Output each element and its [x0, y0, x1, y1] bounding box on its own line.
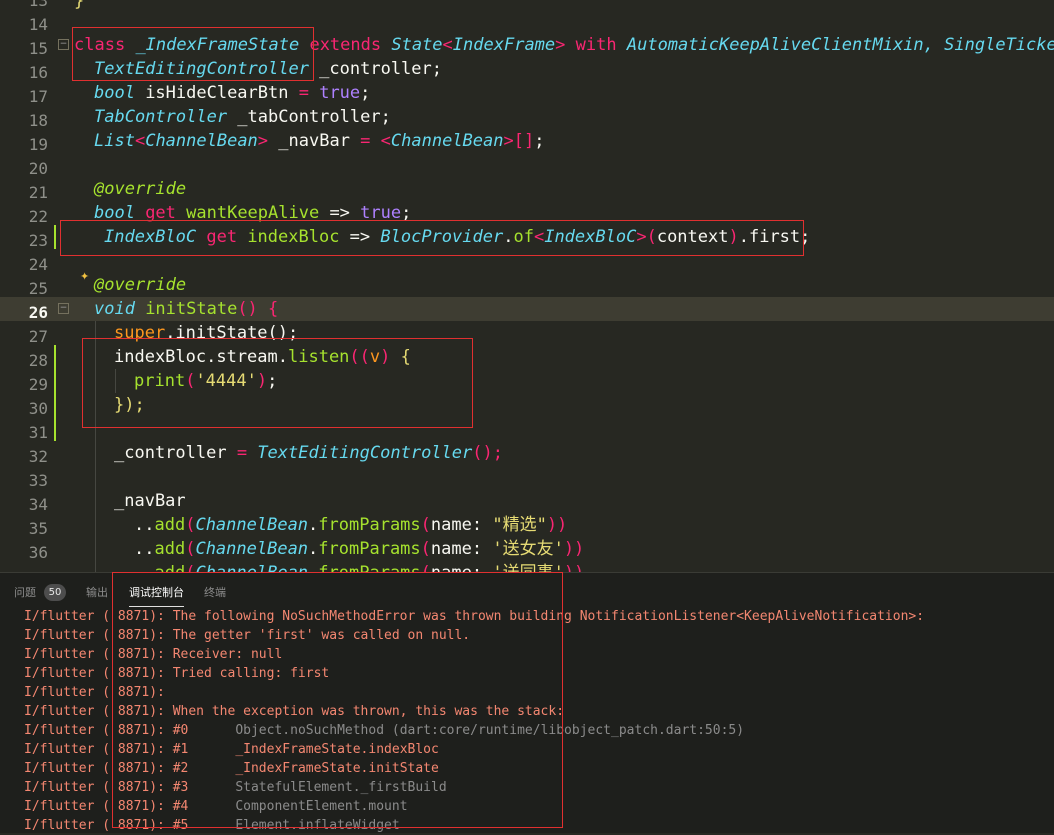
- code-line-28: indexBloc.stream.listen((v) {: [114, 347, 411, 367]
- console-log-prefix: I/flutter ( 8871): #0: [24, 723, 236, 738]
- line-number: 32: [28, 447, 48, 466]
- code-editor[interactable]: 13 14 15 16 17 18 19 20 21 22 23 24 25 26 27 28 29 30 31 32…: [0, 0, 1054, 572]
- line-number: 21: [28, 183, 48, 202]
- line-number: 29: [28, 375, 48, 394]
- console-log-prefix: I/flutter ( 8871): Receiver: null: [24, 647, 283, 662]
- fold-toggle-icon[interactable]: −: [58, 303, 69, 314]
- line-number: 17: [28, 87, 48, 106]
- panel-tabs: 问题 50 输出 调试控制台 终端: [0, 573, 1054, 609]
- code-line-26: void initState() {: [94, 299, 279, 319]
- code-line-36: ..add(ChannelBean.fromParams(name: '送女友'…: [134, 539, 585, 559]
- modified-line-marker: [54, 225, 56, 249]
- code-line-21: @override: [94, 179, 187, 199]
- code-line-23: IndexBloC get indexBloc => BlocProvider.…: [104, 227, 811, 247]
- console-log-prefix: I/flutter ( 8871):: [24, 685, 165, 700]
- console-log-line: I/flutter ( 8871): #5 Element.inflateWid…: [24, 816, 400, 835]
- indent-guide: [115, 369, 116, 393]
- console-log-prefix: I/flutter ( 8871): #3: [24, 780, 236, 795]
- bottom-panel: 问题 50 输出 调试控制台 终端 I/flutter ( 8871): The…: [0, 572, 1054, 833]
- lightbulb-icon[interactable]: ✦: [80, 271, 89, 282]
- tab-debug-console[interactable]: 调试控制台: [129, 583, 184, 607]
- indent-guide: [95, 321, 96, 572]
- code-line-15: class _IndexFrameState extends State<Ind…: [74, 35, 1054, 55]
- code-line-16: TextEditingController _controller;: [94, 59, 442, 79]
- code-line-35: ..add(ChannelBean.fromParams(name: "精选")…: [134, 515, 568, 535]
- problems-count-badge: 50: [44, 584, 66, 601]
- line-number: 27: [28, 327, 48, 346]
- tab-problems[interactable]: 问题: [14, 583, 36, 603]
- fold-toggle-icon[interactable]: −: [58, 39, 69, 50]
- console-log-line: I/flutter ( 8871): #4 ComponentElement.m…: [24, 797, 408, 816]
- console-log-prefix: I/flutter ( 8871): The following NoSuchM…: [24, 609, 925, 624]
- code-line-27: super.initState();: [114, 323, 299, 343]
- line-number: 20: [28, 159, 48, 178]
- console-log-prefix: I/flutter ( 8871): Tried calling: first: [24, 666, 330, 681]
- console-log-prefix: I/flutter ( 8871): #4: [24, 799, 236, 814]
- console-log-line: I/flutter ( 8871): #0 Object.noSuchMetho…: [24, 721, 744, 740]
- code-line-13: }: [74, 0, 85, 11]
- console-stack-frame[interactable]: ComponentElement.mount: [235, 799, 407, 814]
- code-line-17: bool isHideClearBtn = true;: [94, 83, 371, 103]
- console-log-line: I/flutter ( 8871):: [24, 683, 165, 702]
- code-line-29: print('4444');: [134, 371, 278, 391]
- line-number: 28: [28, 351, 48, 370]
- console-log-line: I/flutter ( 8871): Tried calling: first: [24, 664, 329, 683]
- code-line-34: _navBar: [114, 491, 186, 511]
- console-log-line: I/flutter ( 8871): #2 _IndexFrameState.i…: [24, 759, 439, 778]
- modified-line-marker: [54, 345, 56, 441]
- line-number: 19: [28, 135, 48, 154]
- line-number: 34: [28, 495, 48, 514]
- code-line-37: ..add(ChannelBean.fromParams(name: '送同事'…: [134, 561, 584, 572]
- console-log-line: I/flutter ( 8871): The following NoSuchM…: [24, 607, 924, 626]
- console-log-prefix: I/flutter ( 8871): #1: [24, 742, 236, 757]
- line-number: 30: [28, 399, 48, 418]
- line-number: 22: [28, 207, 48, 226]
- line-number: 26: [28, 303, 48, 322]
- code-line-22: bool get wantKeepAlive => true;: [94, 203, 412, 223]
- line-number: 36: [28, 543, 48, 562]
- console-stack-frame[interactable]: Element.inflateWidget: [235, 818, 399, 833]
- console-log-prefix: I/flutter ( 8871): #2: [24, 761, 236, 776]
- console-stack-frame[interactable]: StatefulElement._firstBuild: [235, 780, 446, 795]
- line-number: 31: [28, 423, 48, 442]
- line-number: 33: [28, 471, 48, 490]
- code-line-30: });: [114, 395, 145, 415]
- line-number: 14: [28, 15, 48, 34]
- line-number: 23: [28, 231, 48, 250]
- console-log-prefix: I/flutter ( 8871): #5: [24, 818, 236, 833]
- code-line-32: _controller = TextEditingController();: [114, 443, 503, 463]
- tab-debug-console-label: 调试控制台: [129, 586, 184, 599]
- line-number: 25: [28, 279, 48, 298]
- line-number: 16: [28, 63, 48, 82]
- line-number: 35: [28, 519, 48, 538]
- console-log-prefix: I/flutter ( 8871): When the exception wa…: [24, 704, 565, 719]
- console-log-line: I/flutter ( 8871): #3 StatefulElement._f…: [24, 778, 447, 797]
- console-log-line: I/flutter ( 8871): Receiver: null: [24, 645, 282, 664]
- console-stack-frame[interactable]: Object.noSuchMethod (dart:core/runtime/l…: [235, 723, 744, 738]
- console-stack-frame[interactable]: _IndexFrameState.initState: [235, 761, 439, 776]
- code-line-19: List<ChannelBean> _navBar = <ChannelBean…: [94, 131, 545, 151]
- tab-terminal[interactable]: 终端: [204, 583, 226, 603]
- code-line-25: @override: [94, 275, 187, 295]
- tab-output[interactable]: 输出: [86, 583, 108, 603]
- console-log-prefix: I/flutter ( 8871): The getter 'first' wa…: [24, 628, 471, 643]
- console-stack-frame[interactable]: _IndexFrameState.indexBloc: [235, 742, 439, 757]
- line-number: 15: [28, 39, 48, 58]
- console-log-line: I/flutter ( 8871): #1 _IndexFrameState.i…: [24, 740, 439, 759]
- console-log-line: I/flutter ( 8871): The getter 'first' wa…: [24, 626, 470, 645]
- code-line-18: TabController _tabController;: [94, 107, 391, 127]
- line-number: 18: [28, 111, 48, 130]
- console-log-line: I/flutter ( 8871): When the exception wa…: [24, 702, 564, 721]
- line-number: 13: [28, 0, 48, 10]
- line-number: 24: [28, 255, 48, 274]
